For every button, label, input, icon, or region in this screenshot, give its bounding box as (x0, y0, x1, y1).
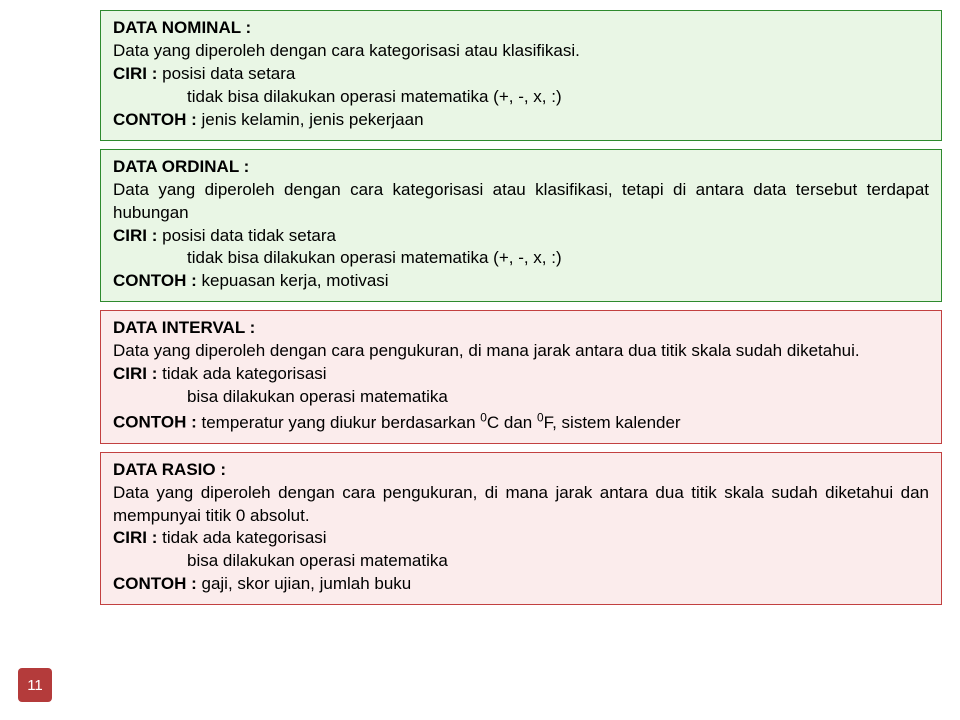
box-desc: Data yang diperoleh dengan cara pengukur… (113, 340, 929, 363)
ciri-label: CIRI : (113, 364, 157, 383)
ciri-text-1: posisi data setara (162, 64, 295, 83)
contoh-text: gaji, skor ujian, jumlah buku (201, 574, 411, 593)
box-desc: Data yang diperoleh dengan cara kategori… (113, 40, 929, 63)
box-title: DATA ORDINAL : (113, 157, 249, 176)
ciri-text-2: tidak bisa dilakukan operasi matematika … (113, 86, 929, 109)
ciri-text-1: tidak ada kategorisasi (162, 528, 326, 547)
ciri-label: CIRI : (113, 528, 157, 547)
box-desc: Data yang diperoleh dengan cara kategori… (113, 179, 929, 225)
ciri-text-2: bisa dilakukan operasi matematika (113, 550, 929, 573)
box-rasio: DATA RASIO : Data yang diperoleh dengan … (100, 452, 942, 606)
ciri-label: CIRI : (113, 226, 157, 245)
contoh-label: CONTOH : (113, 413, 197, 432)
ciri-text-1: posisi data tidak setara (162, 226, 336, 245)
ciri-text-1: tidak ada kategorisasi (162, 364, 326, 383)
ciri-label: CIRI : (113, 64, 157, 83)
contoh-text: temperatur yang diukur berdasarkan 0C da… (201, 413, 680, 432)
slide-content: DATA NOMINAL : Data yang diperoleh denga… (100, 10, 942, 702)
ciri-text-2: bisa dilakukan operasi matematika (113, 386, 929, 409)
box-nominal: DATA NOMINAL : Data yang diperoleh denga… (100, 10, 942, 141)
page-number: 11 (18, 668, 52, 702)
ciri-text-2: tidak bisa dilakukan operasi matematika … (113, 247, 929, 270)
contoh-label: CONTOH : (113, 110, 197, 129)
contoh-label: CONTOH : (113, 271, 197, 290)
box-title: DATA NOMINAL : (113, 18, 251, 37)
contoh-text: jenis kelamin, jenis pekerjaan (201, 110, 423, 129)
contoh-text: kepuasan kerja, motivasi (201, 271, 388, 290)
box-title: DATA INTERVAL : (113, 318, 255, 337)
box-interval: DATA INTERVAL : Data yang diperoleh deng… (100, 310, 942, 443)
box-ordinal: DATA ORDINAL : Data yang diperoleh denga… (100, 149, 942, 303)
box-desc: Data yang diperoleh dengan cara pengukur… (113, 482, 929, 528)
contoh-label: CONTOH : (113, 574, 197, 593)
box-title: DATA RASIO : (113, 460, 226, 479)
